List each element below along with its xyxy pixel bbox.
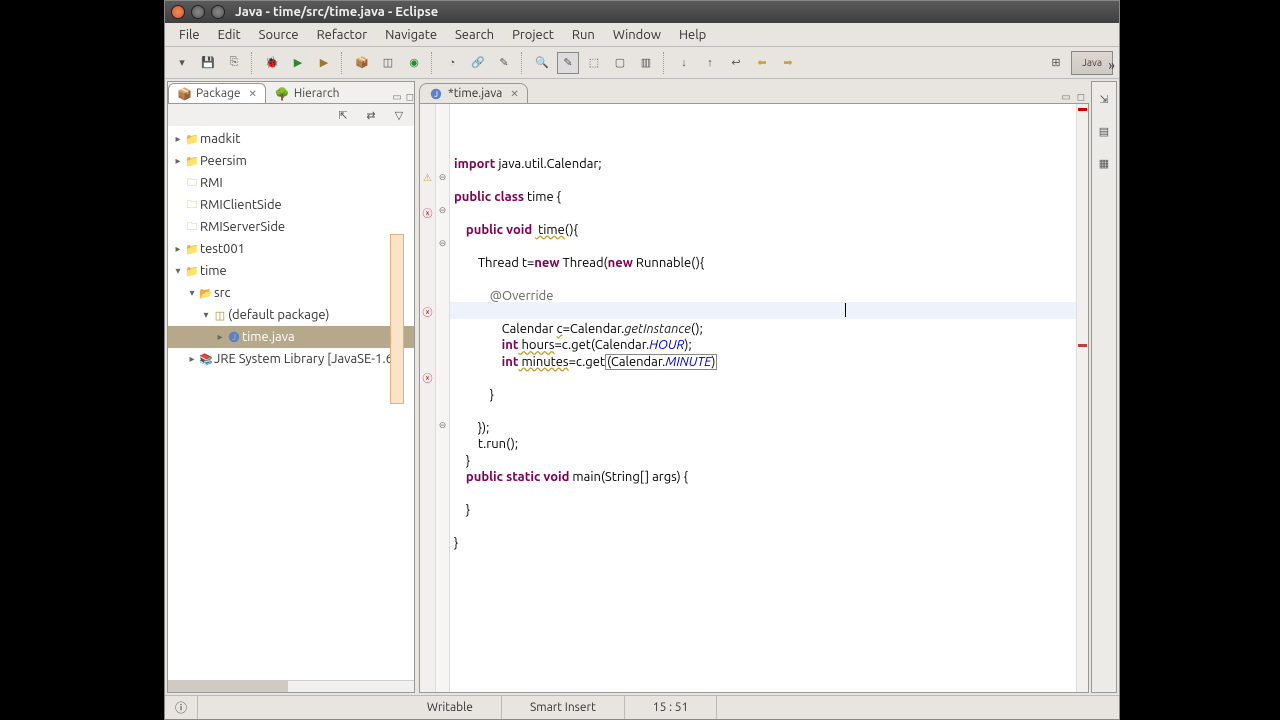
hierarchy-tab[interactable]: 🌳 Hierarch bbox=[266, 83, 349, 103]
toolbar-chevron-icon[interactable]: » bbox=[1108, 57, 1115, 73]
menu-search[interactable]: Search bbox=[447, 26, 502, 44]
search-icon[interactable]: 🔍 bbox=[531, 52, 553, 74]
menu-window[interactable]: Window bbox=[605, 26, 669, 44]
window-title: Java - time/src/time.java - Eclipse bbox=[235, 5, 438, 19]
toggle-highlight-icon[interactable]: ✎ bbox=[557, 52, 579, 74]
menu-file[interactable]: File bbox=[171, 26, 208, 44]
link-editor-icon[interactable]: ⇄ bbox=[360, 104, 382, 126]
view-menu-icon[interactable]: ▽ bbox=[388, 104, 410, 126]
default-package[interactable]: ▾◫(default package) bbox=[168, 304, 414, 326]
menubar: File Edit Source Refactor Navigate Searc… bbox=[165, 23, 1119, 47]
maximize-view-icon[interactable]: ◻ bbox=[406, 91, 414, 103]
menu-navigate[interactable]: Navigate bbox=[377, 26, 445, 44]
maximize-editor-icon[interactable]: ◻ bbox=[1077, 91, 1085, 103]
open-task-icon[interactable]: ◔ bbox=[441, 52, 463, 74]
new-package-icon[interactable]: 📦 bbox=[351, 52, 373, 74]
overview-ruler[interactable] bbox=[1076, 104, 1088, 692]
titlebar[interactable]: Java - time/src/time.java - Eclipse bbox=[165, 1, 1119, 23]
eclipse-window: » Java - time/src/time.java - Eclipse Fi… bbox=[164, 0, 1120, 720]
back-icon[interactable]: ⬅ bbox=[751, 52, 773, 74]
editor-area: 🅙*time.java✕ ▭ ◻ ⚠ ⓧ ⓧ ⓧ bbox=[419, 81, 1089, 693]
separator bbox=[431, 52, 435, 74]
horizontal-scrollbar[interactable] bbox=[168, 680, 414, 692]
minimize-icon[interactable] bbox=[191, 5, 205, 19]
run-icon[interactable]: ▶ bbox=[287, 52, 309, 74]
close-view-icon[interactable]: ✕ bbox=[249, 88, 257, 100]
close-tab-icon[interactable]: ✕ bbox=[510, 88, 518, 100]
separator bbox=[521, 52, 525, 74]
debug-icon[interactable]: 🐞 bbox=[261, 52, 283, 74]
time-java-file[interactable]: ▸🅙time.java bbox=[168, 326, 414, 348]
project-test001[interactable]: ▸📁test001 bbox=[168, 238, 414, 260]
outline-icon[interactable]: ▤ bbox=[1093, 120, 1115, 142]
new-class-icon[interactable]: ◉ bbox=[403, 52, 425, 74]
close-icon[interactable] bbox=[171, 5, 185, 19]
fast-view-bar: ⇲ ▤ ▦ bbox=[1091, 81, 1117, 693]
toggle-block-icon[interactable]: ▥ bbox=[635, 52, 657, 74]
project-peersim[interactable]: ▸📁Peersim bbox=[168, 150, 414, 172]
separator bbox=[663, 52, 667, 74]
code-editor[interactable]: ⚠ ⓧ ⓧ ⓧ ⊖ ⊖ ⊖ ⊖ bbox=[419, 103, 1089, 693]
editor-tabs: 🅙*time.java✕ ▭ ◻ bbox=[419, 81, 1089, 103]
side-tabs: 📦 Package✕ 🌳 Hierarch ▭ ◻ bbox=[168, 82, 414, 104]
project-madkit[interactable]: ▸📁madkit bbox=[168, 128, 414, 150]
separator bbox=[341, 52, 345, 74]
forward-icon[interactable]: ➡ bbox=[777, 52, 799, 74]
minimize-editor-icon[interactable]: ▭ bbox=[1061, 91, 1070, 103]
menu-source[interactable]: Source bbox=[251, 26, 307, 44]
prev-annotation-icon[interactable]: ↑ bbox=[699, 52, 721, 74]
save-icon[interactable]: 💾 bbox=[197, 52, 219, 74]
project-rmiserver[interactable]: 🗀RMIServerSide bbox=[168, 216, 414, 238]
run-ext-icon[interactable]: ▶ bbox=[313, 52, 335, 74]
menu-refactor[interactable]: Refactor bbox=[309, 26, 376, 44]
tasks-icon[interactable]: ▦ bbox=[1093, 152, 1115, 174]
menu-run[interactable]: Run bbox=[564, 26, 603, 44]
code-content[interactable]: import java.util.Calendar; public class … bbox=[450, 104, 1076, 692]
last-edit-icon[interactable]: ↩ bbox=[725, 52, 747, 74]
print-icon[interactable]: ⎘ bbox=[223, 52, 245, 74]
package-explorer-view: 📦 Package✕ 🌳 Hierarch ▭ ◻ ⇱ ⇄ ▽ ▸📁madkit… bbox=[167, 81, 415, 693]
open-perspective-icon[interactable]: ⊞ bbox=[1045, 52, 1067, 74]
package-explorer-toolbar: ⇱ ⇄ ▽ bbox=[168, 104, 414, 126]
next-annotation-icon[interactable]: ↓ bbox=[673, 52, 695, 74]
fold-gutter[interactable]: ⊖ ⊖ ⊖ ⊖ bbox=[436, 104, 450, 692]
project-rmiclient[interactable]: 🗀RMIClientSide bbox=[168, 194, 414, 216]
status-writable: Writable bbox=[399, 696, 502, 719]
status-icon: ⓘ bbox=[165, 696, 198, 719]
src-folder[interactable]: ▾📂src bbox=[168, 282, 414, 304]
maximize-icon[interactable] bbox=[211, 5, 225, 19]
collapse-all-icon[interactable]: ⇱ bbox=[332, 104, 354, 126]
status-insert-mode: Smart Insert bbox=[502, 696, 625, 719]
brush-icon[interactable]: ✎ bbox=[493, 52, 515, 74]
project-rmi[interactable]: 🗀RMI bbox=[168, 172, 414, 194]
statusbar: ⓘ Writable Smart Insert 15 : 51 bbox=[165, 695, 1119, 719]
toggle-mark-icon[interactable]: ▢ bbox=[609, 52, 631, 74]
minimize-view-icon[interactable]: ▭ bbox=[392, 91, 401, 103]
package-explorer-tab[interactable]: 📦 Package✕ bbox=[168, 83, 266, 103]
menu-edit[interactable]: Edit bbox=[210, 26, 249, 44]
java-perspective-button[interactable]: Java bbox=[1071, 51, 1113, 75]
project-time[interactable]: ▾📁time bbox=[168, 260, 414, 282]
separator bbox=[251, 52, 255, 74]
link-icon[interactable]: 🔗 bbox=[467, 52, 489, 74]
status-cursor-position: 15 : 51 bbox=[625, 696, 718, 719]
editor-tab-time[interactable]: 🅙*time.java✕ bbox=[419, 83, 528, 103]
toolbar: ▾ 💾 ⎘ 🐞 ▶ ▶ 📦 ◫ ◉ ◔ 🔗 ✎ 🔍 ✎ ⬚ ▢ ▥ ↓ ↑ ↩ … bbox=[165, 47, 1119, 79]
main-area: 📦 Package✕ 🌳 Hierarch ▭ ◻ ⇱ ⇄ ▽ ▸📁madkit… bbox=[165, 79, 1119, 695]
jre-library[interactable]: ▸📚JRE System Library [JavaSE-1.6 bbox=[168, 348, 414, 370]
toggle-breadcrumb-icon[interactable]: ⬚ bbox=[583, 52, 605, 74]
menu-help[interactable]: Help bbox=[671, 26, 714, 44]
restore-icon[interactable]: ⇲ bbox=[1093, 88, 1115, 110]
new-icon[interactable]: ▾ bbox=[171, 52, 193, 74]
marker-gutter[interactable]: ⚠ ⓧ ⓧ ⓧ bbox=[420, 104, 436, 692]
error-range-marker bbox=[390, 234, 404, 404]
menu-project[interactable]: Project bbox=[504, 26, 562, 44]
new-type-icon[interactable]: ◫ bbox=[377, 52, 399, 74]
project-tree[interactable]: ▸📁madkit ▸📁Peersim 🗀RMI 🗀RMIClientSide 🗀… bbox=[168, 126, 414, 680]
